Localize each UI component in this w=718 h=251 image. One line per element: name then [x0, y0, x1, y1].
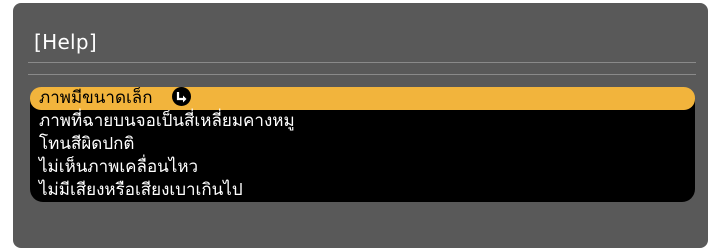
divider: [28, 62, 696, 63]
menu-item-keystone[interactable]: ภาพที่ฉายบนจอเป็นสี่เหลี่ยมคางหมู: [30, 110, 695, 133]
panel-title: [Help]: [34, 30, 98, 54]
menu-item-no-sound[interactable]: ไม่มีเสียงหรือเสียงเบาเกินไป: [30, 179, 695, 202]
divider: [28, 74, 696, 75]
menu-item-label: ภาพมีขนาดเล็ก: [39, 88, 153, 108]
menu-item-label: โทนสีผิดปกติ: [39, 134, 135, 154]
menu-item-small-image[interactable]: ภาพมีขนาดเล็ก: [30, 87, 695, 110]
help-topic-list: ภาพมีขนาดเล็ก ภาพที่ฉายบนจอเป็นสี่เหลี่ย…: [30, 87, 695, 202]
enter-icon: [171, 87, 191, 106]
menu-item-abnormal-color[interactable]: โทนสีผิดปกติ: [30, 133, 695, 156]
menu-item-no-moving-image[interactable]: ไม่เห็นภาพเคลื่อนไหว: [30, 156, 695, 179]
help-panel: [Help] ภาพมีขนาดเล็ก ภาพที่ฉายบนจอเป็นสี…: [13, 3, 708, 248]
menu-item-label: ภาพที่ฉายบนจอเป็นสี่เหลี่ยมคางหมู: [39, 111, 295, 131]
menu-item-label: ไม่เห็นภาพเคลื่อนไหว: [39, 157, 199, 177]
menu-item-label: ไม่มีเสียงหรือเสียงเบาเกินไป: [39, 180, 243, 200]
